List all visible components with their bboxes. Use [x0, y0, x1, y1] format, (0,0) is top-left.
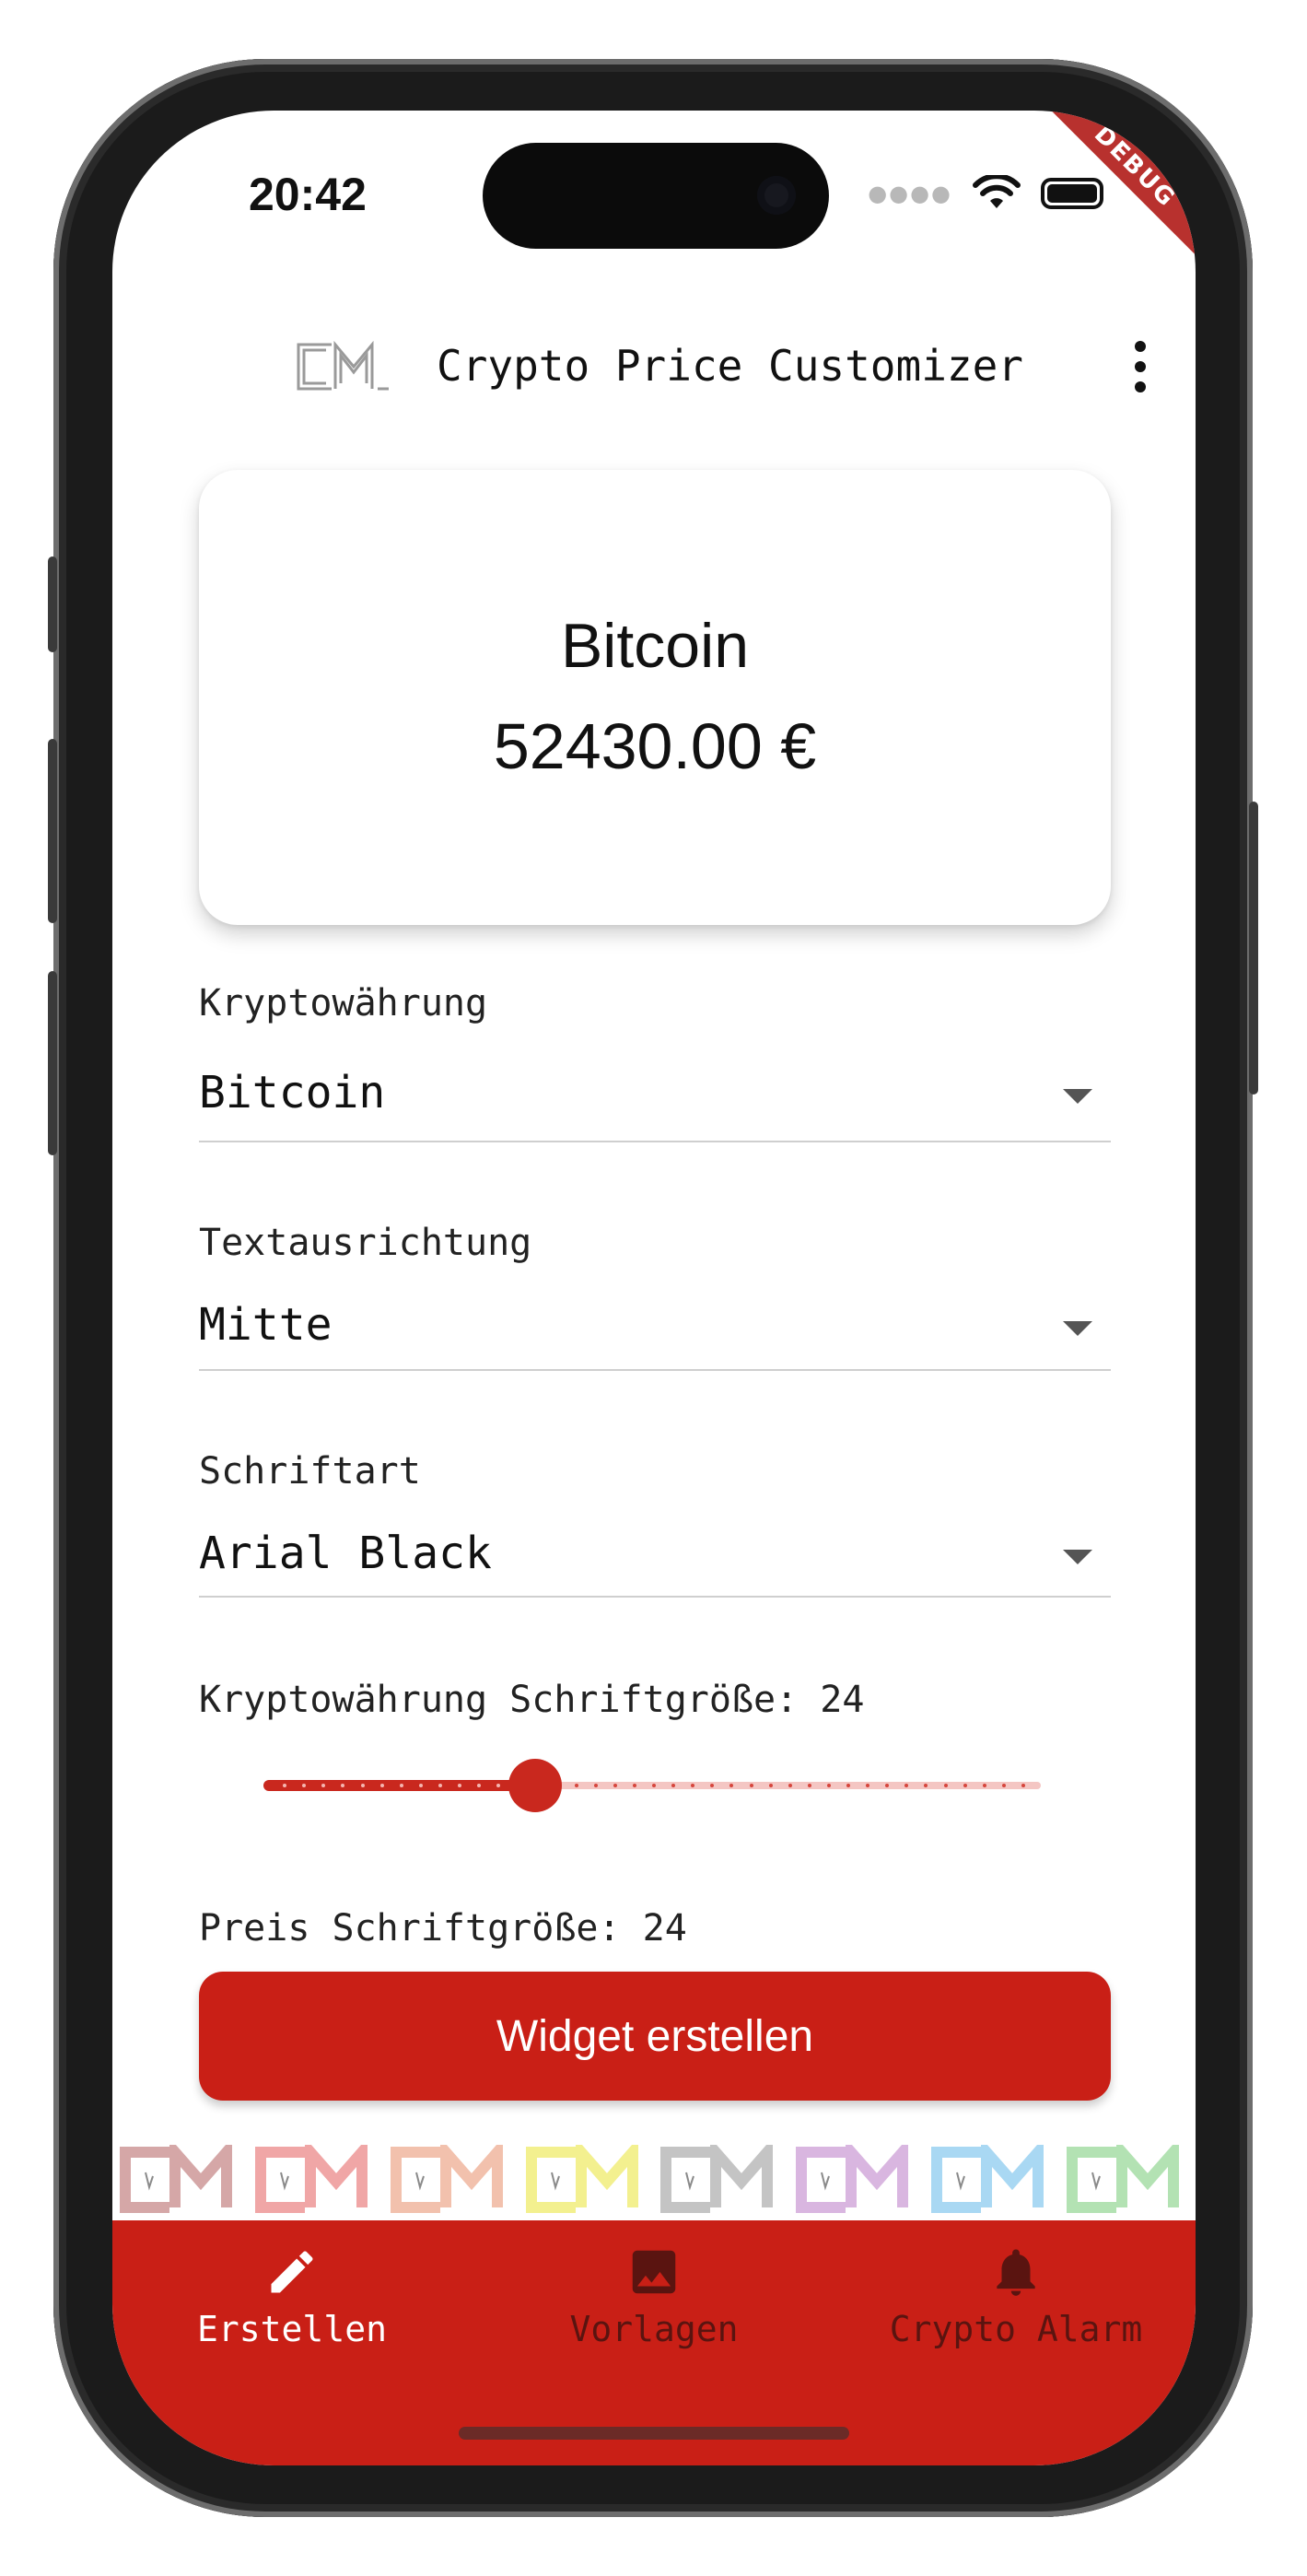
mute-switch [48, 556, 57, 652]
dropdown-arrow-icon [1063, 1089, 1092, 1104]
nav-item-erstellen[interactable]: Erstellen [140, 2242, 444, 2349]
volume-down-button [48, 971, 57, 1155]
preview-card: Bitcoin 52430.00 € [199, 470, 1111, 925]
slider-thumb[interactable] [508, 1759, 562, 1812]
slider-tick [575, 1784, 578, 1787]
logo-strip [118, 2145, 1190, 2215]
slider-tick [1021, 1784, 1025, 1787]
slider-tick [321, 1784, 325, 1787]
camera-icon [757, 176, 796, 215]
dropdown-arrow-icon [1063, 1550, 1092, 1564]
slider-tick [594, 1784, 598, 1787]
font-dropdown-label: Schriftart [199, 1450, 421, 1493]
slider-tick [400, 1784, 403, 1787]
cm-logo-icon [660, 2145, 774, 2213]
slider-tick [944, 1784, 948, 1787]
slider-tick [1002, 1784, 1006, 1787]
slider-tick [613, 1784, 617, 1787]
slider-tick [302, 1784, 306, 1787]
bottom-navigation: Erstellen Vorlagen Crypto Alarm [112, 2220, 1196, 2465]
slider-tick [633, 1784, 636, 1787]
wifi-icon [973, 175, 1021, 208]
nav-label-crypto-alarm: Crypto Alarm [889, 2309, 1143, 2349]
create-widget-button[interactable]: Widget erstellen [199, 1972, 1111, 2101]
slider-tick [458, 1784, 461, 1787]
nav-item-crypto-alarm[interactable]: Crypto Alarm [864, 2242, 1168, 2349]
nav-label-vorlagen: Vorlagen [569, 2309, 739, 2349]
alignment-dropdown-value: Mitte [199, 1299, 333, 1351]
price-font-size-label: Preis Schriftgröße: 24 [199, 1907, 687, 1950]
status-icons: ●●●● [868, 175, 1103, 212]
slider-tick [283, 1784, 286, 1787]
volume-up-button [48, 739, 57, 923]
power-button [1249, 802, 1258, 1095]
cm-logo-icon [1066, 2145, 1179, 2213]
preview-price: 52430.00 € [493, 710, 817, 782]
slider-tick [788, 1784, 792, 1787]
crypto-dropdown[interactable]: Kryptowährung Bitcoin [199, 982, 1111, 1163]
status-time: 20:42 [249, 169, 367, 220]
dropdown-arrow-icon [1063, 1321, 1092, 1336]
slider-tick [963, 1784, 967, 1787]
bell-icon [997, 2249, 1035, 2296]
slider-tick [885, 1784, 889, 1787]
battery-icon [1041, 178, 1103, 209]
font-dropdown-value: Arial Black [199, 1528, 492, 1579]
cm-logo-icon [390, 2145, 503, 2213]
slider-tick [438, 1784, 442, 1787]
cm-logo-icon [120, 2145, 232, 2213]
slider-tick [924, 1784, 928, 1787]
app-bar: Crypto Price Customizer [112, 322, 1196, 433]
slider-tick [691, 1784, 694, 1787]
font-dropdown[interactable]: Schriftart Arial Black [199, 1450, 1111, 1631]
app-logo [297, 341, 389, 391]
preview-crypto-name: Bitcoin [560, 611, 750, 681]
slider-tick [729, 1784, 733, 1787]
crypto-dropdown-label: Kryptowährung [199, 982, 488, 1025]
app-title: Crypto Price Customizer [437, 341, 1023, 391]
slider-tick [827, 1784, 831, 1787]
slider-tick [710, 1784, 714, 1787]
slider-tick [671, 1784, 675, 1787]
screen: 20:42 ●●●● DEBUG Crypto Price Customizer… [112, 111, 1196, 2465]
cm-logo-icon [931, 2145, 1044, 2213]
signal-icon: ●●●● [868, 181, 952, 206]
slider-tick [341, 1784, 344, 1787]
slider-tick [361, 1784, 365, 1787]
nav-item-vorlagen[interactable]: Vorlagen [502, 2242, 806, 2349]
slider-tick [419, 1784, 423, 1787]
slider-tick [866, 1784, 869, 1787]
crypto-dropdown-value: Bitcoin [199, 1067, 386, 1118]
home-indicator [459, 2427, 849, 2440]
more-vert-icon[interactable] [1131, 341, 1149, 392]
pencil-icon [271, 2251, 313, 2293]
crypto-font-size-slider[interactable] [263, 1759, 1041, 1812]
slider-tick [652, 1784, 656, 1787]
cm-logo-icon [525, 2145, 638, 2213]
nav-label-erstellen: Erstellen [197, 2309, 387, 2349]
image-icon [632, 2250, 676, 2294]
cm-logo-icon [796, 2145, 909, 2213]
slider-tick [477, 1784, 481, 1787]
slider-tick [983, 1784, 986, 1787]
slider-tick [904, 1784, 908, 1787]
dynamic-island [483, 143, 829, 249]
slider-tick [769, 1784, 773, 1787]
cm-logo-icon [254, 2145, 368, 2213]
slider-tick [750, 1784, 753, 1787]
slider-tick [496, 1784, 500, 1787]
alignment-dropdown-label: Textausrichtung [199, 1222, 532, 1264]
slider-tick [846, 1784, 850, 1787]
crypto-font-size-label: Kryptowährung Schriftgröße: 24 [199, 1679, 865, 1721]
slider-tick [380, 1784, 384, 1787]
alignment-dropdown[interactable]: Textausrichtung Mitte [199, 1222, 1111, 1402]
slider-tick [808, 1784, 811, 1787]
